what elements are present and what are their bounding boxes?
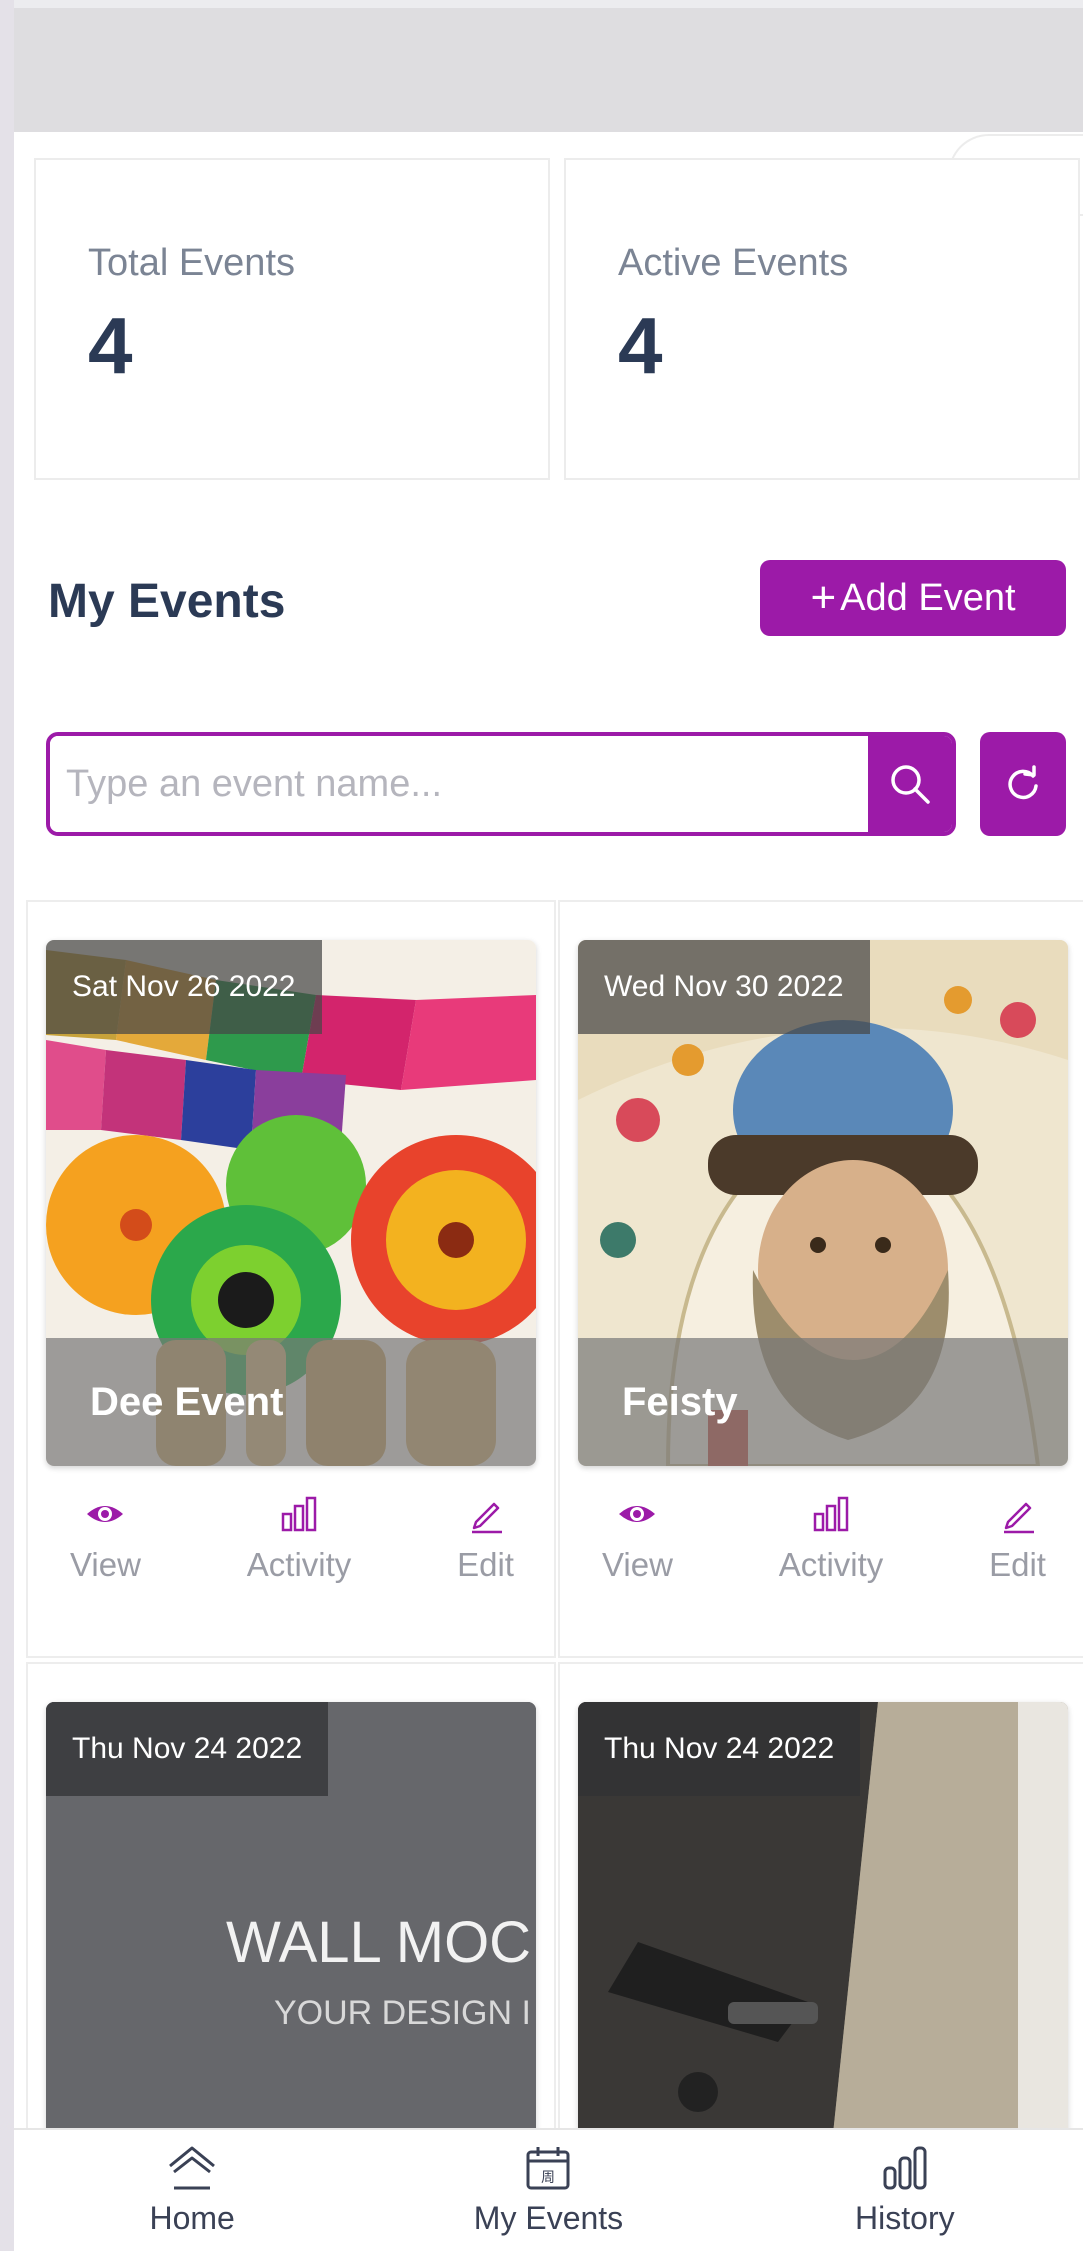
nav-history[interactable]: History [727, 2130, 1083, 2251]
left-edge-strip [0, 0, 14, 2251]
stat-label: Active Events [618, 242, 849, 284]
nav-my-events-label: My Events [473, 2200, 624, 2236]
search-input[interactable] [50, 736, 868, 832]
event-actions: View Activity Edit [560, 1494, 1083, 1604]
event-card: Wed Nov 30 2022 Feisty View Activity Edi… [558, 900, 1083, 1658]
activity-label: Activity [246, 1546, 352, 1583]
pencil-icon [1003, 1502, 1034, 1534]
view-button[interactable]: View [602, 1494, 673, 1604]
view-button[interactable]: View [70, 1494, 141, 1604]
edit-label: Edit [989, 1546, 1046, 1583]
nav-history-label: History [855, 2200, 955, 2236]
eye-icon [619, 1506, 656, 1522]
search-button[interactable] [868, 736, 952, 832]
bottom-navigation: Home 周 My Events History [14, 2128, 1083, 2251]
image-text-line2: YOUR DESIGN I [274, 1994, 531, 2032]
nav-home[interactable]: Home [14, 2130, 370, 2251]
bar-chart-icon [883, 2146, 927, 2190]
event-actions: View Activity Edit [28, 1494, 554, 1604]
view-label: View [602, 1546, 673, 1583]
pencil-icon [471, 1502, 502, 1534]
stat-value: 4 [88, 301, 133, 390]
calendar-icon: 周 [526, 2147, 570, 2190]
event-image[interactable]: Sat Nov 26 2022 Dee Event [46, 940, 536, 1466]
total-events-card: Total Events 4 [34, 158, 550, 480]
event-image[interactable]: Wed Nov 30 2022 Feisty [578, 940, 1068, 1466]
activity-button[interactable]: Activity [246, 1494, 352, 1604]
activity-label: Activity [778, 1546, 884, 1583]
event-date-badge: Thu Nov 24 2022 [578, 1702, 861, 1796]
plus-icon: + [810, 573, 837, 622]
active-events-card: Active Events 4 [564, 158, 1080, 480]
refresh-icon [1008, 765, 1038, 800]
event-name: Feisty [578, 1338, 1068, 1466]
event-image[interactable]: Thu Nov 24 2022 [578, 1702, 1068, 2182]
nav-home-label: Home [149, 2200, 235, 2236]
edit-button[interactable]: Edit [989, 1494, 1046, 1604]
home-icon [169, 2146, 216, 2190]
calendar-glyph: 周 [541, 2170, 555, 2186]
refresh-button[interactable] [980, 732, 1066, 836]
nav-my-events[interactable]: 周 My Events [370, 2130, 726, 2251]
event-image[interactable]: WALL MOC YOUR DESIGN I Thu Nov 24 2022 [46, 1702, 536, 2182]
bar-chart-icon [281, 1496, 317, 1532]
stat-label: Total Events [88, 242, 295, 284]
stat-value: 4 [618, 301, 663, 390]
add-event-label: Add Event [840, 576, 1016, 619]
event-date-badge: Thu Nov 24 2022 [46, 1702, 329, 1796]
event-date-badge: Sat Nov 26 2022 [46, 940, 322, 1034]
search-icon [891, 765, 930, 804]
image-text-line1: WALL MOC [226, 1910, 531, 1975]
bar-chart-icon [813, 1496, 849, 1532]
edit-button[interactable]: Edit [457, 1494, 514, 1604]
add-event-button[interactable]: + Add Event [760, 560, 1066, 636]
eye-icon [87, 1506, 124, 1522]
top-app-bar [14, 0, 1083, 132]
event-name: Dee Event [46, 1338, 536, 1466]
event-date-badge: Wed Nov 30 2022 [578, 940, 870, 1034]
activity-button[interactable]: Activity [778, 1494, 884, 1604]
edit-label: Edit [457, 1546, 514, 1583]
search-bar [46, 732, 956, 836]
event-card: Sat Nov 26 2022 Dee Event View Activity [26, 900, 556, 1658]
view-label: View [70, 1546, 141, 1583]
section-title: My Events [48, 575, 286, 628]
